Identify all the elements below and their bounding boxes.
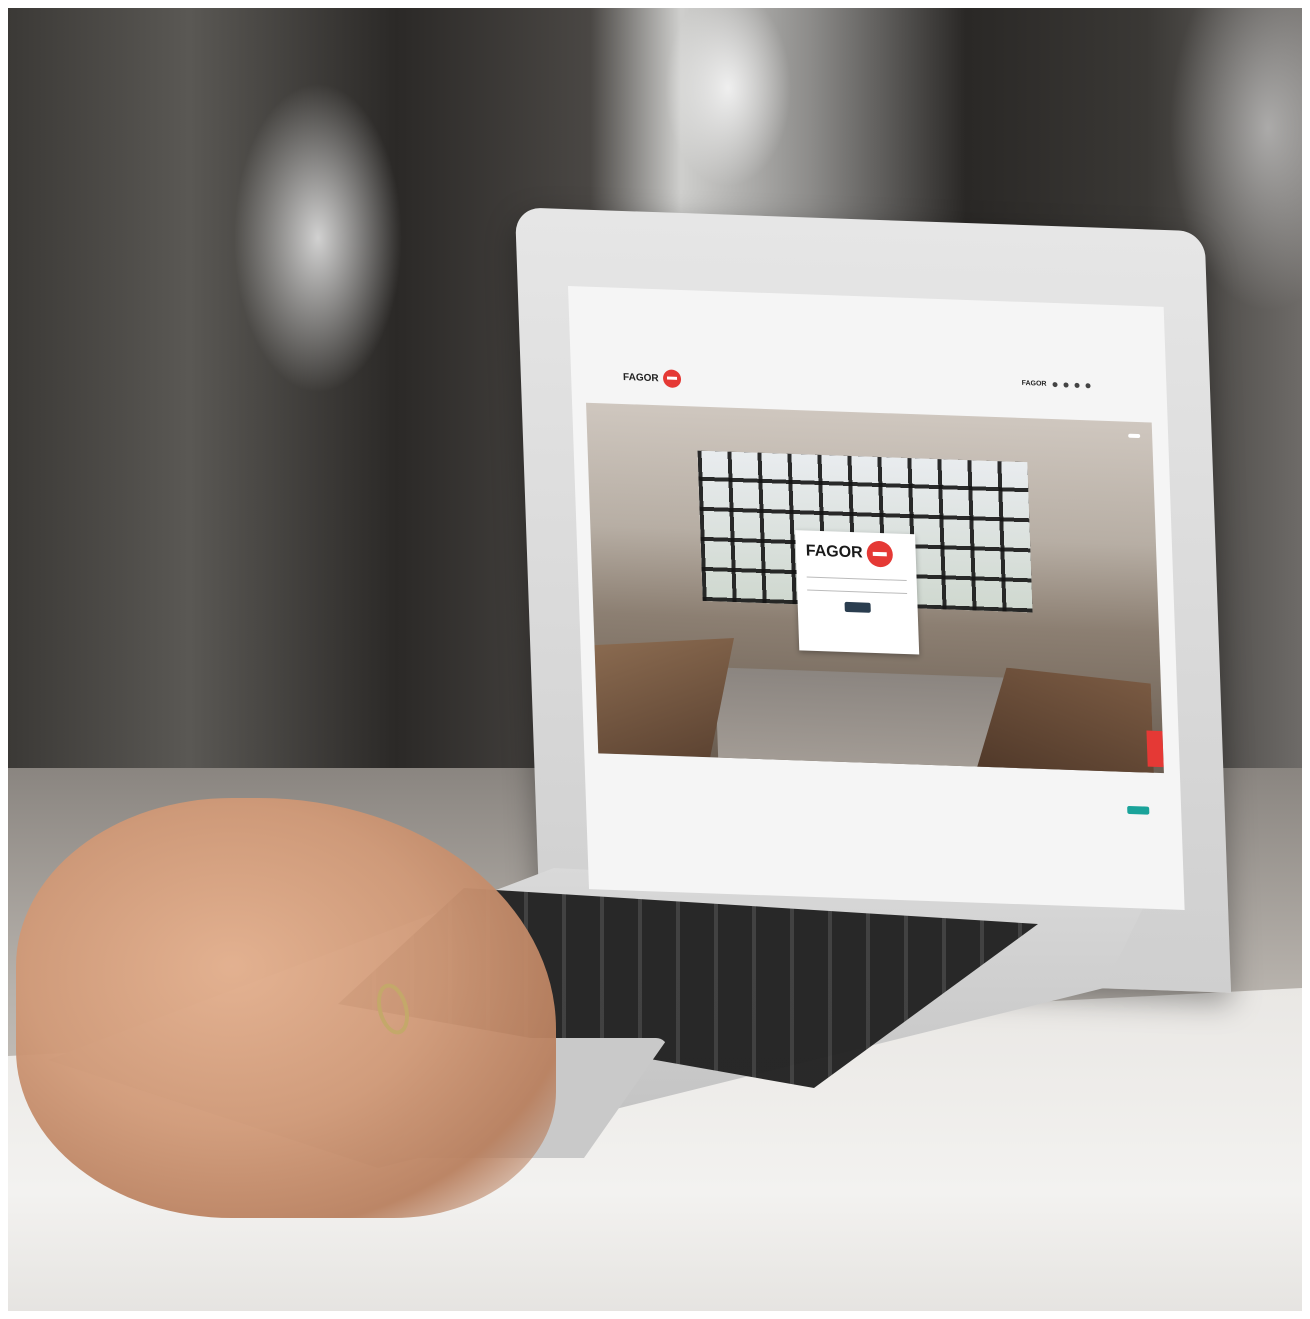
map-pin-icon[interactable] xyxy=(1146,730,1164,768)
main-nav xyxy=(1007,403,1091,406)
fagor-logo-icon xyxy=(662,369,681,389)
username-field[interactable] xyxy=(806,576,907,582)
hero-panorama[interactable]: FAGOR xyxy=(586,402,1164,774)
panorama-counter-left xyxy=(594,633,738,758)
footer-buttons xyxy=(1127,805,1157,815)
brand-strip: FAGOR xyxy=(1022,380,1091,389)
password-field[interactable] xyxy=(807,589,908,595)
brand-strip-name[interactable]: FAGOR xyxy=(1022,380,1047,388)
logo-text: FAGOR xyxy=(622,371,659,384)
photo: FAGOR FAGOR FAGOR xyxy=(8,8,1302,1311)
social-icon[interactable] xyxy=(1074,382,1080,388)
laptop-screen: FAGOR FAGOR FAGOR xyxy=(568,286,1185,910)
login-logo-text: FAGOR xyxy=(805,542,863,562)
social-icon[interactable] xyxy=(1085,383,1091,389)
social-icon[interactable] xyxy=(1063,382,1069,388)
login-card: FAGOR xyxy=(795,530,920,655)
site-logo[interactable]: FAGOR xyxy=(622,368,681,389)
login-button[interactable] xyxy=(844,601,871,613)
hero-language-badge[interactable] xyxy=(1128,433,1141,439)
login-logo: FAGOR xyxy=(805,538,906,568)
primary-action-button[interactable] xyxy=(1127,805,1150,815)
social-icon[interactable] xyxy=(1052,382,1058,388)
fagor-logo-icon xyxy=(866,540,894,568)
